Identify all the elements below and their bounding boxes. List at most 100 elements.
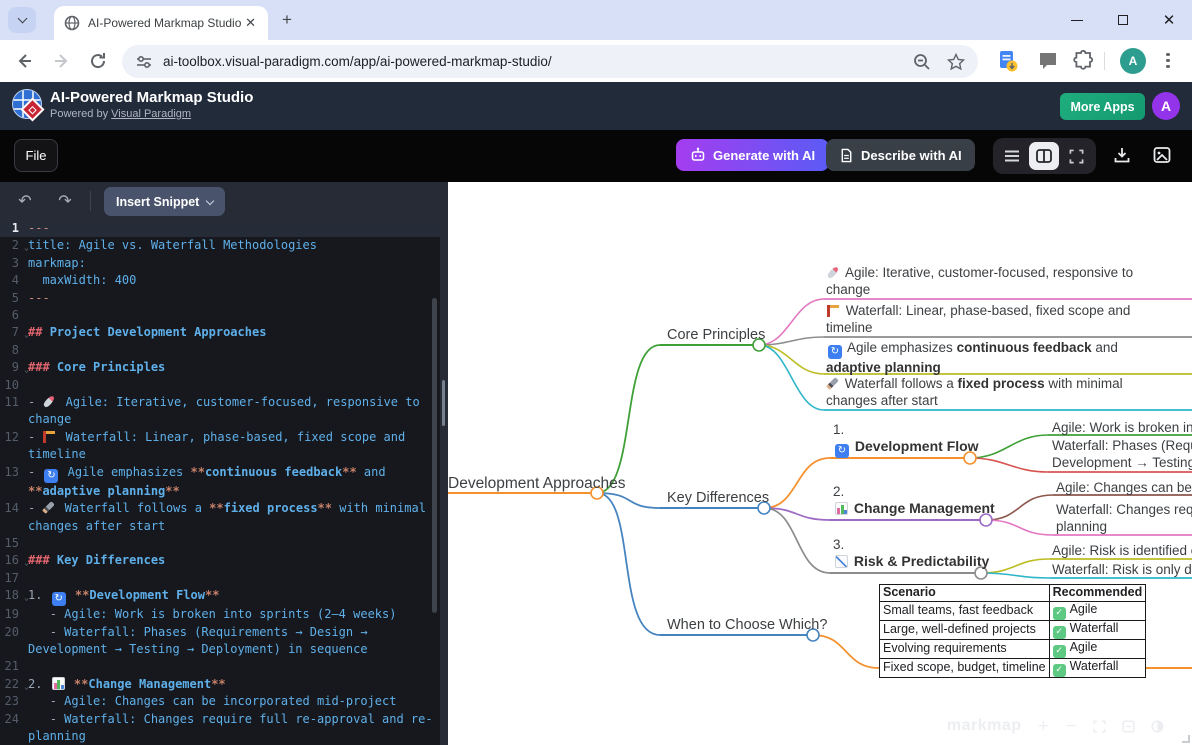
- generate-with-ai-button[interactable]: Generate with AI: [676, 139, 829, 171]
- feedback-bubble-icon[interactable]: [1036, 49, 1060, 73]
- browser-menu-icon[interactable]: [1166, 50, 1170, 71]
- editor-line-11[interactable]: 11- Agile: Iterative, customer-focused, …: [0, 394, 440, 429]
- editor-line-15[interactable]: 15: [0, 535, 440, 552]
- editor-line-8[interactable]: 8: [0, 342, 440, 359]
- editor-line-4[interactable]: 4 maxWidth: 400: [0, 272, 440, 289]
- mindmap-node-development-flow[interactable]: Development Flow: [833, 438, 979, 458]
- editor-line-22[interactable]: 22⌄2. **Change Management**: [0, 676, 440, 693]
- mindmap-branch-key-differences[interactable]: Key Differences: [667, 490, 769, 506]
- table-row: Small teams, fast feedbackAgile: [880, 601, 1146, 620]
- mindmap-child[interactable]: Agile: Changes can be i: [1056, 479, 1192, 496]
- code-editor[interactable]: 1---2⌄title: Agile vs. Waterfall Methodo…: [0, 220, 440, 745]
- download-icon[interactable]: [1112, 145, 1132, 165]
- rocket-icon: [43, 395, 56, 409]
- editor-line-6[interactable]: 6: [0, 307, 440, 324]
- editor-line-17[interactable]: 17: [0, 570, 440, 587]
- workspace: ↶ ↷ Insert Snippet 1---2⌄title: Agile vs…: [0, 182, 1192, 745]
- editor-line-13[interactable]: 13- Agile emphasizes **continuous feedba…: [0, 464, 440, 500]
- mindmap-child[interactable]: Agile: Work is broken into s: [1052, 419, 1192, 436]
- undo-icon[interactable]: ↶: [14, 191, 36, 211]
- mindmap-root-node[interactable]: Development Approaches: [448, 475, 626, 493]
- rocket-icon: [826, 266, 839, 280]
- editor-line-14[interactable]: 14- Waterfall follows a **fixed process*…: [0, 500, 440, 535]
- editor-line-16[interactable]: 16⌄### Key Differences: [0, 552, 440, 569]
- editor-line-7[interactable]: 7⌄## Project Development Approaches: [0, 324, 440, 341]
- user-avatar[interactable]: A: [1152, 92, 1180, 120]
- export-image-icon[interactable]: [1152, 145, 1172, 165]
- fit-view-icon[interactable]: [1093, 720, 1106, 733]
- zoom-in-icon[interactable]: +: [1038, 718, 1050, 734]
- split-view-icon: [1036, 149, 1052, 163]
- reload-icon[interactable]: [88, 51, 108, 71]
- fold-chevron-icon[interactable]: ⌄: [24, 589, 29, 606]
- table-row: Fixed scope, budget, timelineWaterfall: [880, 658, 1146, 677]
- mindmap-preview-pane[interactable]: Development Approaches Core Principles K…: [448, 182, 1192, 745]
- mindmap-branch-core-principles[interactable]: Core Principles: [667, 327, 765, 343]
- forward-icon[interactable]: [52, 51, 72, 71]
- repeat-loop-icon: [828, 345, 842, 359]
- divider-handle-icon[interactable]: [442, 380, 445, 426]
- mindmap-leaf-agile-feedback[interactable]: Agile emphasizes continuous feedback and…: [826, 339, 1171, 376]
- window-close-button[interactable]: ✕: [1154, 0, 1184, 40]
- new-tab-button[interactable]: +: [282, 10, 292, 30]
- fullscreen-view-button[interactable]: [1062, 142, 1092, 170]
- view-mode-toggle: [993, 138, 1096, 174]
- window-minimize-button[interactable]: [1062, 0, 1092, 40]
- editor-line-21[interactable]: 21: [0, 658, 440, 675]
- tab-close-icon[interactable]: ✕: [243, 15, 258, 31]
- editor-line-10[interactable]: 10: [0, 377, 440, 394]
- visual-paradigm-link[interactable]: Visual Paradigm: [111, 108, 191, 120]
- building-construction-icon: [827, 305, 839, 317]
- tab-search-button[interactable]: [8, 7, 36, 33]
- file-menu-button[interactable]: File: [14, 139, 58, 172]
- editor-line-20[interactable]: 20 - Waterfall: Phases (Requirements → D…: [0, 624, 440, 659]
- more-apps-button[interactable]: More Apps: [1060, 93, 1145, 120]
- mindmap-branch-when-to-choose[interactable]: When to Choose Which?: [667, 617, 827, 633]
- editor-line-5[interactable]: 5---: [0, 290, 440, 307]
- editor-line-9[interactable]: 9⌄### Core Principles: [0, 359, 440, 376]
- back-icon[interactable]: [14, 51, 34, 71]
- editor-line-1[interactable]: 1---: [0, 220, 440, 237]
- page-save-extension-icon[interactable]: [996, 49, 1020, 73]
- mindmap-node-change-management[interactable]: Change Management: [833, 500, 995, 516]
- list-number: 1.: [833, 422, 844, 437]
- window-maximize-button[interactable]: [1108, 0, 1138, 40]
- mindmap-leaf-agile-iterative[interactable]: Agile: Iterative, customer-focused, resp…: [826, 264, 1171, 298]
- pane-divider[interactable]: [440, 182, 448, 745]
- editor-line-23[interactable]: 23 - Agile: Changes can be incorporated …: [0, 693, 440, 710]
- site-info-icon[interactable]: [135, 53, 153, 71]
- split-view-button[interactable]: [1029, 142, 1059, 170]
- zoom-out-icon[interactable]: [912, 52, 932, 72]
- insert-snippet-button[interactable]: Insert Snippet: [104, 187, 225, 216]
- mindmap-child[interactable]: Waterfall: Risk is only dis: [1052, 561, 1192, 578]
- mindmap-child[interactable]: Waterfall: Changes requplanning: [1056, 501, 1192, 535]
- bookmark-star-icon[interactable]: [946, 52, 966, 72]
- globe-favicon-icon: [64, 15, 80, 31]
- recurse-icon[interactable]: [1122, 720, 1135, 733]
- editor-scrollbar[interactable]: [432, 298, 437, 613]
- mindmap-child[interactable]: Waterfall: Phases (RequireDevelopment → …: [1052, 437, 1192, 471]
- editor-line-12[interactable]: 12- Waterfall: Linear, phase-based, fixe…: [0, 429, 440, 464]
- editor-only-view-button[interactable]: [997, 142, 1027, 170]
- browser-profile-avatar[interactable]: A: [1120, 48, 1146, 74]
- check-mark-icon: [1053, 664, 1066, 677]
- zoom-out-icon[interactable]: −: [1065, 718, 1077, 734]
- editor-line-24[interactable]: 24 - Waterfall: Changes require full re-…: [0, 711, 440, 745]
- mindmap-node-risk-predictability[interactable]: Risk & Predictability: [833, 553, 989, 569]
- mindmap-leaf-waterfall-process[interactable]: Waterfall follows a fixed process with m…: [826, 375, 1171, 409]
- editor-line-2[interactable]: 2⌄title: Agile vs. Waterfall Methodologi…: [0, 237, 440, 254]
- dark-mode-icon[interactable]: [1151, 720, 1164, 733]
- browser-tab[interactable]: AI-Powered Markmap Studio ✕: [54, 6, 268, 40]
- mindmap-child[interactable]: Agile: Risk is identified ea: [1052, 542, 1192, 559]
- editor-line-18[interactable]: 18⌄1. **Development Flow**: [0, 587, 440, 606]
- url-bar[interactable]: ai-toolbox.visual-paradigm.com/app/ai-po…: [122, 45, 978, 78]
- markmap-brand: markmap: [947, 717, 1022, 735]
- editor-line-19[interactable]: 19 - Agile: Work is broken into sprints …: [0, 606, 440, 623]
- extensions-puzzle-icon[interactable]: [1072, 49, 1096, 73]
- pencil-icon: [43, 501, 56, 514]
- mindmap-leaf-waterfall-linear[interactable]: Waterfall: Linear, phase-based, fixed sc…: [826, 302, 1171, 336]
- redo-icon[interactable]: ↷: [54, 191, 76, 211]
- editor-line-3[interactable]: 3markmap:: [0, 255, 440, 272]
- describe-with-ai-button[interactable]: Describe with AI: [826, 139, 975, 171]
- url-text[interactable]: ai-toolbox.visual-paradigm.com/app/ai-po…: [163, 54, 912, 69]
